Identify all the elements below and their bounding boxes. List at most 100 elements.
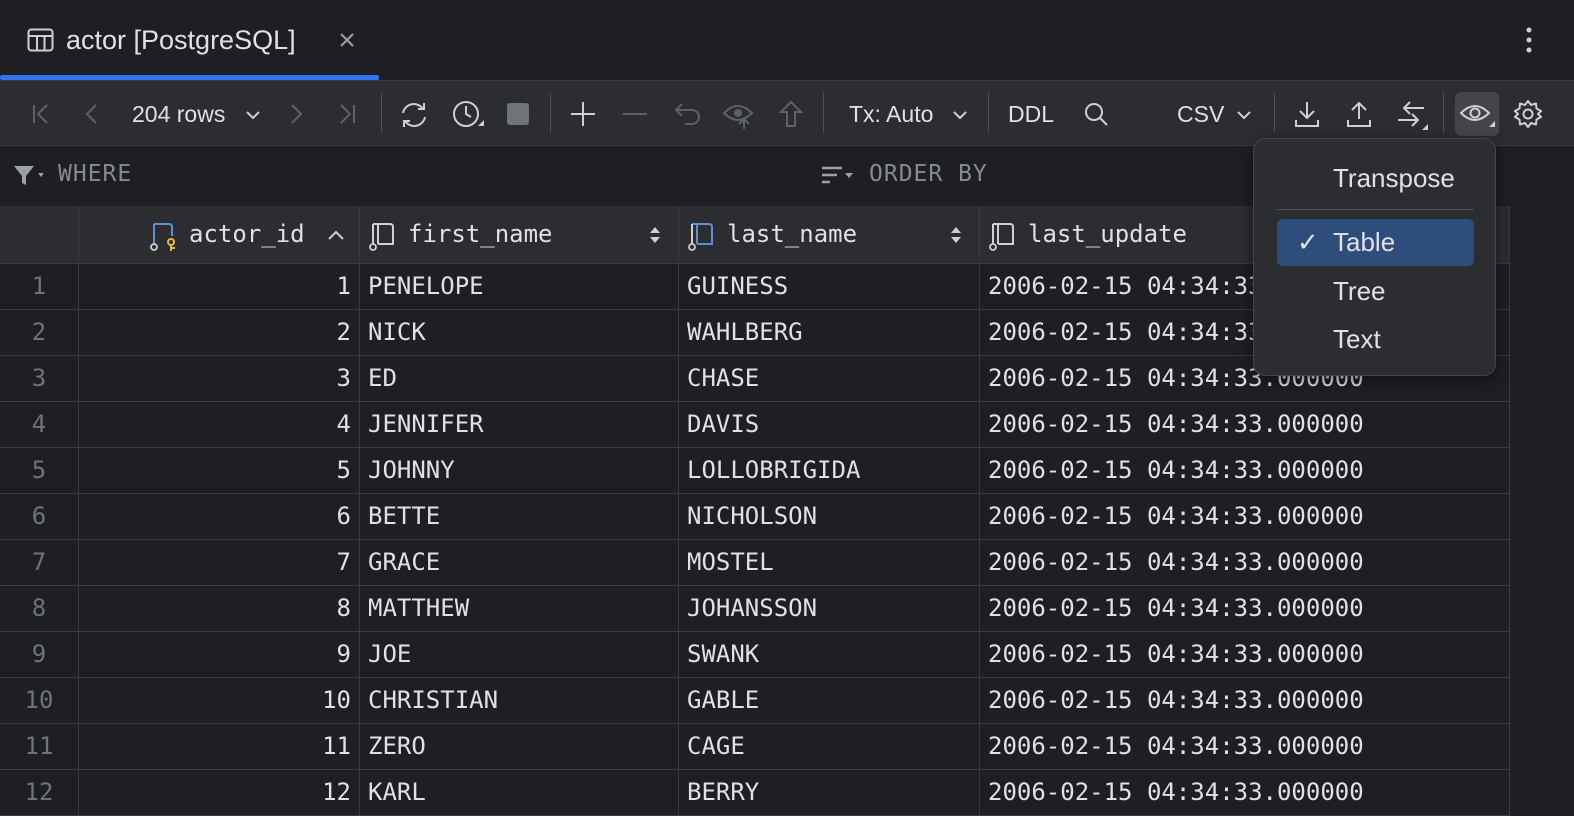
cell-last-name[interactable]: NICHOLSON: [679, 494, 980, 539]
cell-last-update[interactable]: 2006-02-15 04:34:33.000000: [980, 770, 1510, 815]
cell-last-update[interactable]: 2006-02-15 04:34:33.000000: [980, 678, 1510, 723]
cell-first-name[interactable]: ZERO: [360, 724, 679, 769]
cell-last-update[interactable]: 2006-02-15 04:34:33.000000: [980, 448, 1510, 493]
cell-last-update[interactable]: 2006-02-15 04:34:33.000000: [980, 724, 1510, 769]
cell-actor-id[interactable]: 12: [79, 770, 360, 815]
preview-changes-icon[interactable]: [722, 99, 758, 131]
grid-side-panel: [1510, 206, 1574, 804]
chevron-down-icon: [1235, 106, 1253, 124]
table-row[interactable]: 9 9 JOE SWANK 2006-02-15 04:34:33.000000: [0, 632, 1510, 678]
revert-icon[interactable]: [673, 100, 703, 128]
cell-actor-id[interactable]: 8: [79, 586, 360, 631]
previous-page-icon[interactable]: [80, 100, 104, 128]
column-header-last-name[interactable]: last_name: [679, 206, 980, 264]
settings-gear-icon[interactable]: [1512, 98, 1544, 130]
upload-icon[interactable]: [1345, 99, 1373, 129]
add-row-icon[interactable]: [569, 100, 597, 128]
cell-actor-id[interactable]: 9: [79, 632, 360, 677]
cell-first-name[interactable]: NICK: [360, 310, 679, 355]
export-format-dropdown[interactable]: CSV: [1177, 99, 1224, 129]
delete-row-icon[interactable]: [621, 100, 649, 128]
cell-last-name[interactable]: DAVIS: [679, 402, 980, 447]
cell-first-name[interactable]: JENNIFER: [360, 402, 679, 447]
toolbar-separator: [550, 93, 551, 133]
refresh-icon[interactable]: [397, 98, 431, 132]
table-row[interactable]: 11 11 ZERO CAGE 2006-02-15 04:34:33.000000: [0, 724, 1510, 770]
close-tab-icon[interactable]: [335, 28, 359, 52]
cell-actor-id[interactable]: 3: [79, 356, 360, 401]
sort-icon[interactable]: [820, 163, 858, 189]
table-row[interactable]: 6 6 BETTE NICHOLSON 2006-02-15 04:34:33.0000…: [0, 494, 1510, 540]
cell-last-update[interactable]: 2006-02-15 04:34:33.000000: [980, 632, 1510, 677]
row-count-dropdown[interactable]: 204 rows: [132, 99, 225, 129]
cell-actor-id[interactable]: 2: [79, 310, 360, 355]
search-icon[interactable]: [1082, 100, 1110, 128]
first-page-icon[interactable]: [28, 100, 54, 128]
cell-last-name[interactable]: GUINESS: [679, 264, 980, 309]
cell-first-name[interactable]: CHRISTIAN: [360, 678, 679, 723]
table-row[interactable]: 8 8 MATTHEW JOHANSSON 2006-02-15 04:34:33.00…: [0, 586, 1510, 632]
transaction-mode-dropdown[interactable]: Tx: Auto: [849, 99, 933, 129]
sort-ascending-icon[interactable]: [326, 225, 346, 245]
primary-key-column-icon: [149, 222, 181, 252]
cell-last-name[interactable]: BERRY: [679, 770, 980, 815]
column-header-actor-id[interactable]: actor_id: [79, 206, 360, 264]
cell-last-name[interactable]: SWANK: [679, 632, 980, 677]
cell-last-name[interactable]: MOSTEL: [679, 540, 980, 585]
cell-first-name[interactable]: PENELOPE: [360, 264, 679, 309]
table-row[interactable]: 4 4 JENNIFER DAVIS 2006-02-15 04:34:33.00000…: [0, 402, 1510, 448]
last-page-icon[interactable]: [334, 100, 360, 128]
cell-actor-id[interactable]: 6: [79, 494, 360, 539]
cell-actor-id[interactable]: 7: [79, 540, 360, 585]
cell-last-name[interactable]: WAHLBERG: [679, 310, 980, 355]
cell-first-name[interactable]: MATTHEW: [360, 586, 679, 631]
cell-last-name[interactable]: LOLLOBRIGIDA: [679, 448, 980, 493]
cell-last-name[interactable]: CHASE: [679, 356, 980, 401]
stop-icon[interactable]: [506, 102, 530, 126]
cell-actor-id[interactable]: 4: [79, 402, 360, 447]
table-row[interactable]: 10 10 CHRISTIAN GABLE 2006-02-15 04:34:33.00…: [0, 678, 1510, 724]
cell-first-name[interactable]: JOHNNY: [360, 448, 679, 493]
cell-actor-id[interactable]: 1: [79, 264, 360, 309]
auto-refresh-clock-icon[interactable]: [450, 98, 486, 134]
column-icon: [368, 222, 400, 252]
cell-first-name[interactable]: ED: [360, 356, 679, 401]
next-page-icon[interactable]: [284, 100, 308, 128]
cell-last-update[interactable]: 2006-02-15 04:34:33.000000: [980, 494, 1510, 539]
cell-first-name[interactable]: KARL: [360, 770, 679, 815]
cell-last-name[interactable]: JOHANSSON: [679, 586, 980, 631]
cell-first-name[interactable]: JOE: [360, 632, 679, 677]
cell-last-update[interactable]: 2006-02-15 04:34:33.000000: [980, 402, 1510, 447]
download-icon[interactable]: [1293, 99, 1321, 129]
cell-first-name[interactable]: BETTE: [360, 494, 679, 539]
tab-title[interactable]: actor [PostgreSQL]: [66, 25, 296, 56]
table-row[interactable]: 5 5 JOHNNY LOLLOBRIGIDA 2006-02-15 04:34:33.…: [0, 448, 1510, 494]
view-mode-button[interactable]: [1455, 92, 1499, 136]
order-by-input[interactable]: ORDER BY: [869, 161, 988, 187]
cell-last-name[interactable]: CAGE: [679, 724, 980, 769]
menu-item-text[interactable]: Text: [1277, 316, 1474, 363]
cell-last-update[interactable]: 2006-02-15 04:34:33.000000: [980, 586, 1510, 631]
menu-item-tree[interactable]: Tree: [1277, 268, 1474, 315]
row-number: 1: [0, 264, 79, 309]
table-row[interactable]: 7 7 GRACE MOSTEL 2006-02-15 04:34:33.000000: [0, 540, 1510, 586]
sort-toggle-icon[interactable]: [948, 224, 964, 246]
table-row[interactable]: 12 12 KARL BERRY 2006-02-15 04:34:33.000000: [0, 770, 1510, 816]
more-options-icon[interactable]: [1517, 26, 1541, 54]
ddl-button[interactable]: DDL: [1008, 99, 1054, 129]
cell-actor-id[interactable]: 10: [79, 678, 360, 723]
sort-toggle-icon[interactable]: [647, 224, 663, 246]
filter-icon[interactable]: [12, 163, 46, 189]
cell-actor-id[interactable]: 11: [79, 724, 360, 769]
submit-icon[interactable]: [777, 99, 805, 129]
row-number: 3: [0, 356, 79, 401]
cell-actor-id[interactable]: 5: [79, 448, 360, 493]
compare-icon[interactable]: [1394, 98, 1430, 134]
where-filter-input[interactable]: WHERE: [58, 161, 132, 187]
column-header-first-name[interactable]: first_name: [360, 206, 679, 264]
cell-first-name[interactable]: GRACE: [360, 540, 679, 585]
cell-last-update[interactable]: 2006-02-15 04:34:33.000000: [980, 540, 1510, 585]
menu-item-transpose[interactable]: Transpose: [1277, 155, 1474, 202]
cell-last-name[interactable]: GABLE: [679, 678, 980, 723]
menu-item-table[interactable]: ✓ Table: [1277, 219, 1474, 266]
